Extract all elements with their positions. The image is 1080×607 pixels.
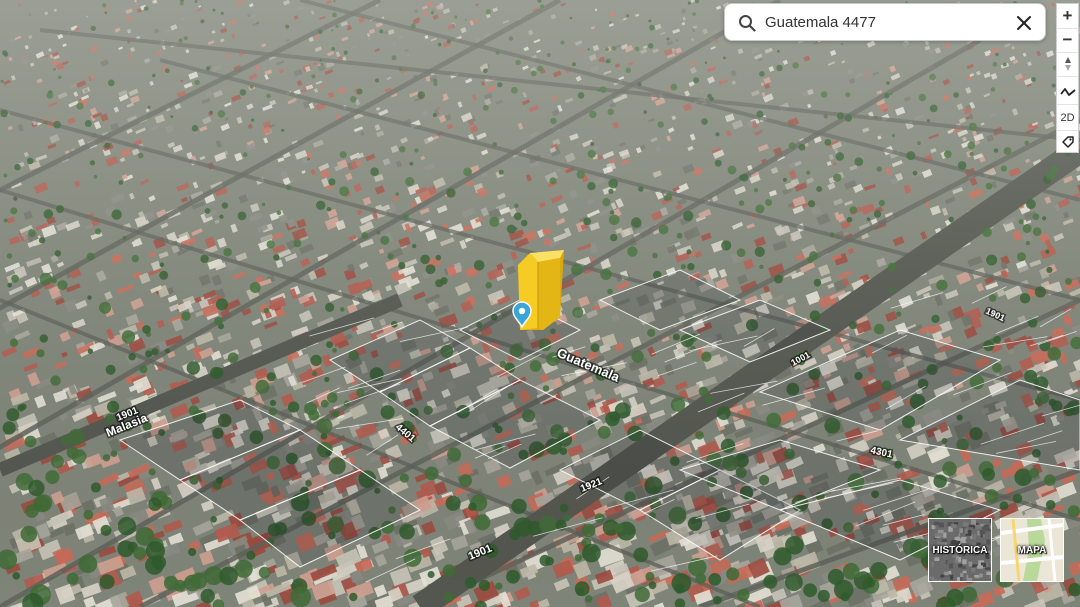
aerial-3d-map[interactable]: Guatemala Malasia 1901 1901 4401 4301 19… bbox=[0, 0, 1080, 607]
measure-tag-icon bbox=[1061, 136, 1074, 148]
terrain-icon bbox=[1059, 88, 1076, 96]
layer-historica-label: HISTÓRICA bbox=[932, 545, 988, 556]
compass-button[interactable] bbox=[1057, 52, 1078, 77]
map-canvas[interactable]: Guatemala Malasia 1901 1901 4401 4301 19… bbox=[0, 0, 1080, 607]
layer-mapa-label: MAPA bbox=[1017, 545, 1047, 556]
zoom-out-button[interactable]: − bbox=[1057, 28, 1078, 53]
map-toolbar: + − 2D bbox=[1056, 3, 1079, 153]
compass-icon bbox=[1064, 57, 1071, 71]
clear-search-icon[interactable] bbox=[1015, 14, 1033, 32]
measure-button[interactable] bbox=[1057, 130, 1078, 154]
terrain-button[interactable] bbox=[1057, 80, 1078, 105]
view-2d-button[interactable]: 2D bbox=[1057, 106, 1078, 131]
layer-mapa-button[interactable]: MAPA bbox=[1000, 518, 1064, 582]
search-box bbox=[724, 3, 1046, 41]
search-icon[interactable] bbox=[738, 14, 756, 32]
zoom-in-button[interactable]: + bbox=[1057, 4, 1078, 29]
search-input[interactable] bbox=[765, 10, 1005, 34]
layer-historica-button[interactable]: HISTÓRICA bbox=[928, 518, 992, 582]
